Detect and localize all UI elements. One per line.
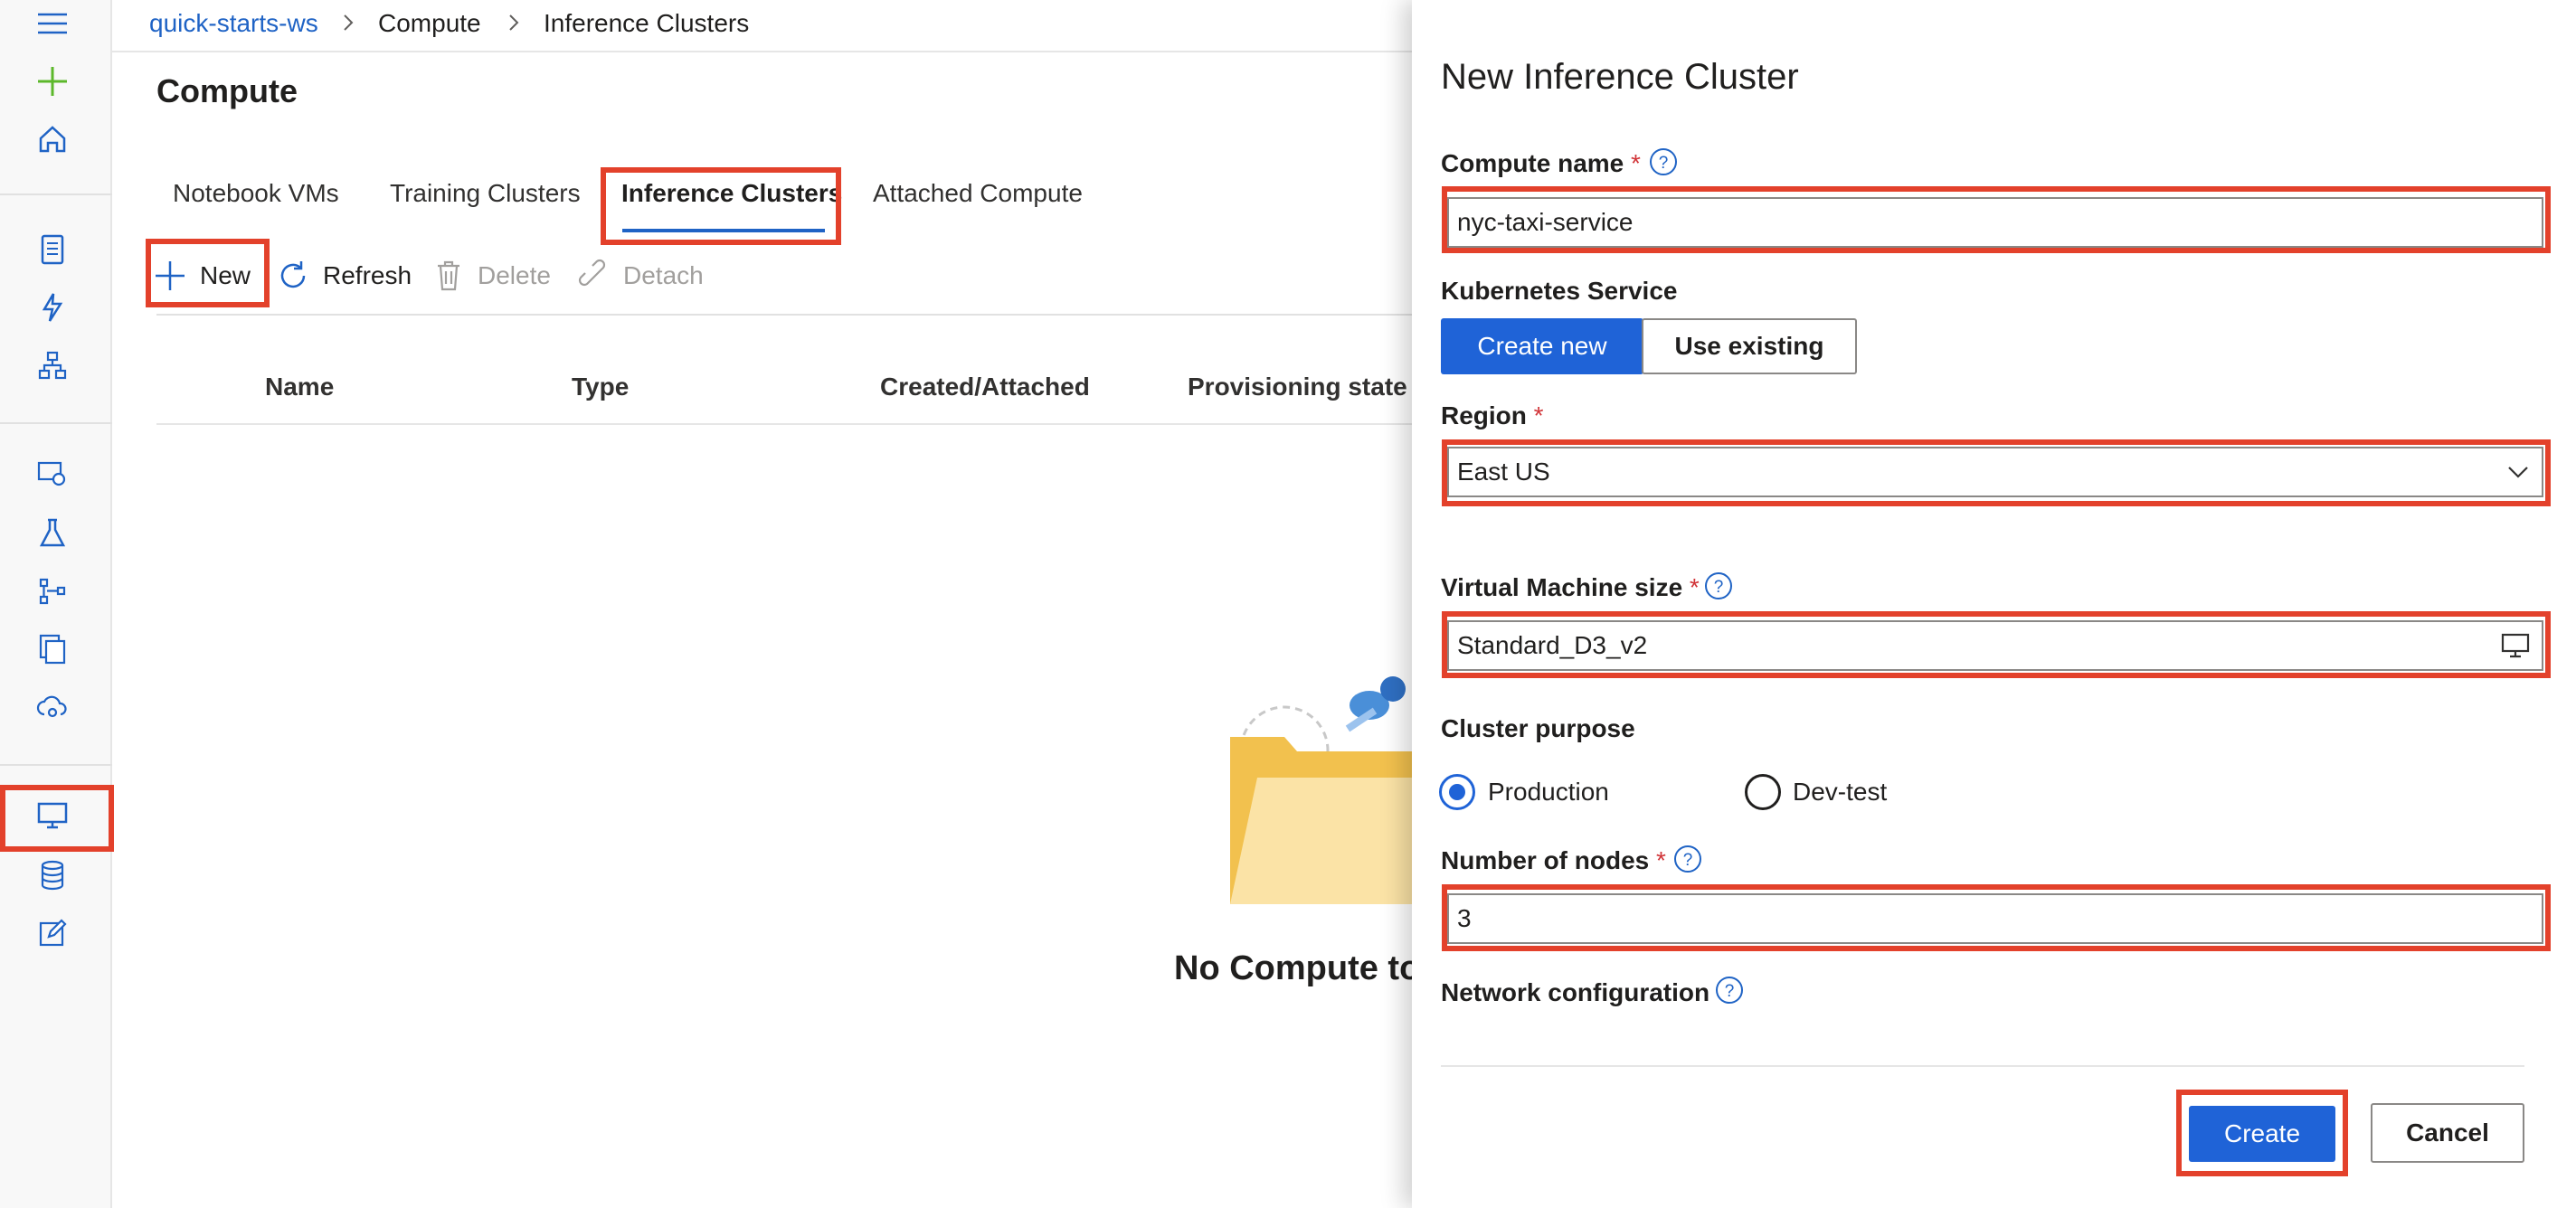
datastores-icon[interactable] [31,854,74,897]
vm-size-highlight [1442,611,2551,678]
compute-name-highlight [1442,186,2551,253]
column-header-created[interactable]: Created/Attached [880,371,1090,403]
models-icon[interactable] [31,628,74,671]
home-icon[interactable] [31,118,74,161]
chevron-right-icon [509,14,519,31]
toolbar-divider [156,314,1423,316]
designer-icon[interactable] [31,344,74,387]
panel-title: New Inference Cluster [1441,57,1799,97]
chevron-right-icon [344,14,354,31]
automl-icon[interactable] [31,286,74,329]
production-radio[interactable] [1439,774,1475,810]
page-title: Compute [156,72,298,109]
new-button-highlight [146,239,270,307]
column-header-type[interactable]: Type [572,371,629,403]
table-header-divider [156,423,1423,425]
left-nav-rail [0,0,112,1208]
tab-notebook-vms[interactable]: Notebook VMs [173,177,339,210]
empty-state-message: No Compute to [1174,949,1421,987]
svg-text:?: ? [1725,982,1735,1001]
labeling-icon[interactable] [31,911,74,955]
use-existing-button[interactable]: Use existing [1642,318,1857,374]
region-label: Region * [1441,401,1544,429]
production-label[interactable]: Production [1488,776,1609,808]
vm-size-label: Virtual Machine size * [1441,573,1700,601]
kubernetes-label: Kubernetes Service [1441,277,1678,305]
svg-text:?: ? [1683,851,1693,870]
delete-button[interactable]: Delete [478,260,551,292]
create-new-button[interactable]: Create new [1441,318,1643,374]
tab-training-clusters[interactable]: Training Clusters [390,177,581,210]
cluster-purpose-label: Cluster purpose [1441,714,1635,742]
help-icon[interactable]: ? [1703,571,1734,601]
breadcrumb-compute[interactable]: Compute [378,7,481,40]
help-icon[interactable]: ? [1714,975,1745,1005]
notebook-icon[interactable] [31,228,74,271]
compute-nav-highlight [0,785,114,852]
dev-test-radio[interactable] [1745,774,1781,810]
svg-text:?: ? [1659,154,1669,173]
breadcrumb-workspace[interactable]: quick-starts-ws [149,7,318,40]
detach-button[interactable]: Detach [623,260,704,292]
pipelines-icon[interactable] [31,570,74,613]
column-header-name[interactable]: Name [265,371,334,403]
refresh-icon[interactable] [274,257,312,295]
refresh-button[interactable]: Refresh [323,260,412,292]
endpoints-icon[interactable] [31,685,74,729]
datasets-icon[interactable] [31,452,74,495]
dev-test-label[interactable]: Dev-test [1793,776,1887,808]
compute-name-label: Compute name * [1441,149,1641,177]
inference-tab-highlight [601,167,841,245]
help-icon[interactable]: ? [1648,146,1679,177]
cancel-button[interactable]: Cancel [2371,1103,2524,1163]
help-icon[interactable]: ? [1672,844,1703,874]
detach-link-icon[interactable] [576,257,614,295]
svg-text:?: ? [1714,578,1724,597]
breadcrumb-current: Inference Clusters [544,9,750,37]
tab-attached-compute[interactable]: Attached Compute [873,177,1083,210]
region-highlight [1442,439,2551,506]
trash-icon[interactable] [430,257,468,295]
panel-footer-divider [1441,1065,2524,1067]
new-inference-cluster-panel [1412,0,2576,1208]
nodes-highlight [1442,884,2551,951]
menu-icon[interactable] [31,2,74,45]
plus-icon[interactable] [31,60,74,103]
experiments-icon[interactable] [31,512,74,555]
network-config-label[interactable]: Network configuration [1441,977,1709,1009]
empty-folder-illustration [1230,676,1420,904]
column-header-provisioning[interactable]: Provisioning state [1188,371,1407,403]
create-button-highlight [2176,1090,2348,1176]
nodes-label: Number of nodes * [1441,846,1666,874]
